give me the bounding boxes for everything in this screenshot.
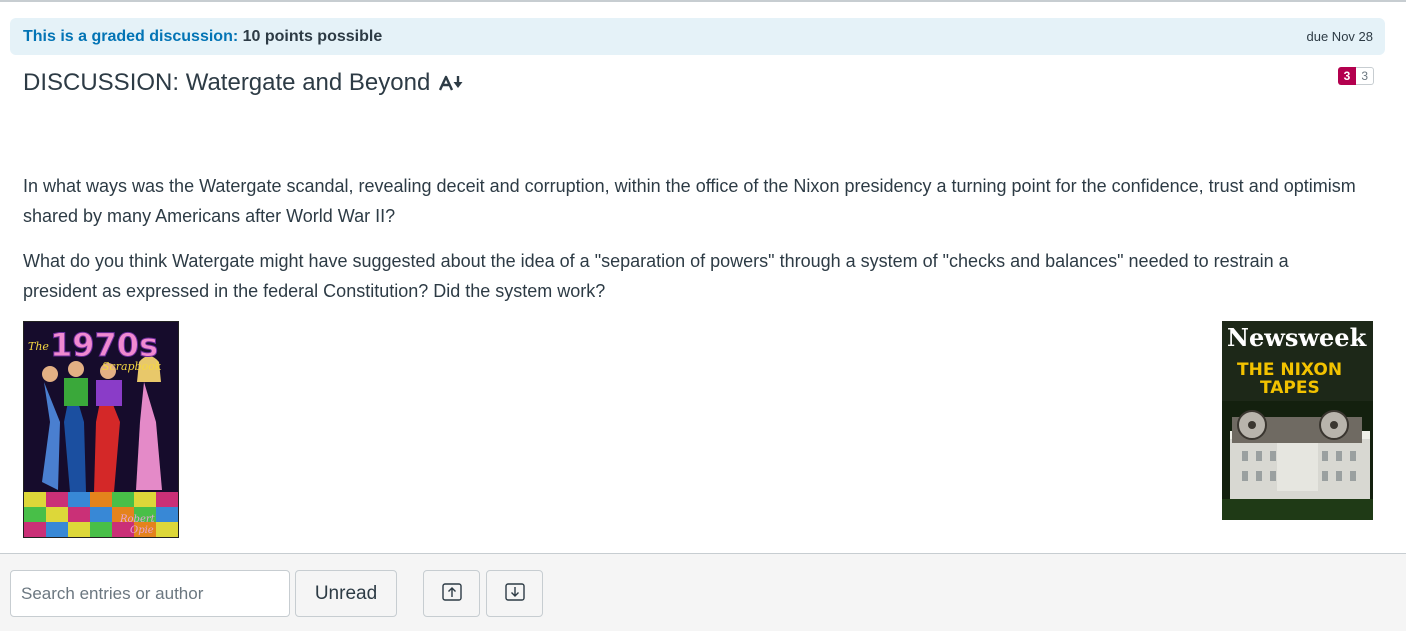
reply-counts: 3 3 [1337,67,1374,85]
collapse-all-icon [504,583,525,604]
expand-all-button[interactable] [423,570,480,617]
points-possible: 10 points possible [242,27,383,45]
expand-all-icon [441,583,462,604]
question-paragraph-1: In what ways was the Watergate scandal, … [23,176,1356,226]
svg-text:TAPES: TAPES [1260,378,1320,398]
banner-points-info: This is a graded discussion: 10 points p… [23,28,382,46]
graded-discussion-banner: This is a graded discussion: 10 points p… [10,18,1385,55]
banner-prefix: This is a graded discussion: [23,27,239,45]
svg-text:Opie: Opie [130,525,154,536]
search-input[interactable] [10,570,290,617]
1970s-scrapbook-image: The 1970s Scrapbook Robert Opie [23,321,179,538]
newsweek-nixon-tapes-image: Newsweek THE NIXON TAPES [1222,321,1373,520]
unread-count-badge: 3 [1337,67,1357,85]
immersive-reader-icon[interactable] [439,74,465,92]
total-count-badge: 3 [1356,67,1374,85]
discussion-body: In what ways was the Watergate scandal, … [23,171,1363,321]
question-paragraph-2: What do you think Watergate might have s… [23,251,1289,301]
svg-text:Scrapbook: Scrapbook [102,360,162,373]
due-date: due Nov 28 [1306,29,1374,44]
svg-text:Robert: Robert [119,514,156,525]
discussion-toolbar: Unread [0,553,1406,631]
page-title: DISCUSSION: Watergate and Beyond [23,69,431,96]
svg-text:1970s: 1970s [50,326,158,364]
svg-text:The: The [28,340,49,353]
collapse-all-button[interactable] [486,570,543,617]
top-divider [0,0,1406,2]
svg-text:Newsweek: Newsweek [1227,323,1368,352]
title-row: DISCUSSION: Watergate and Beyond [23,69,465,97]
unread-filter-button[interactable]: Unread [295,570,397,617]
svg-text:THE NIXON: THE NIXON [1237,360,1342,380]
